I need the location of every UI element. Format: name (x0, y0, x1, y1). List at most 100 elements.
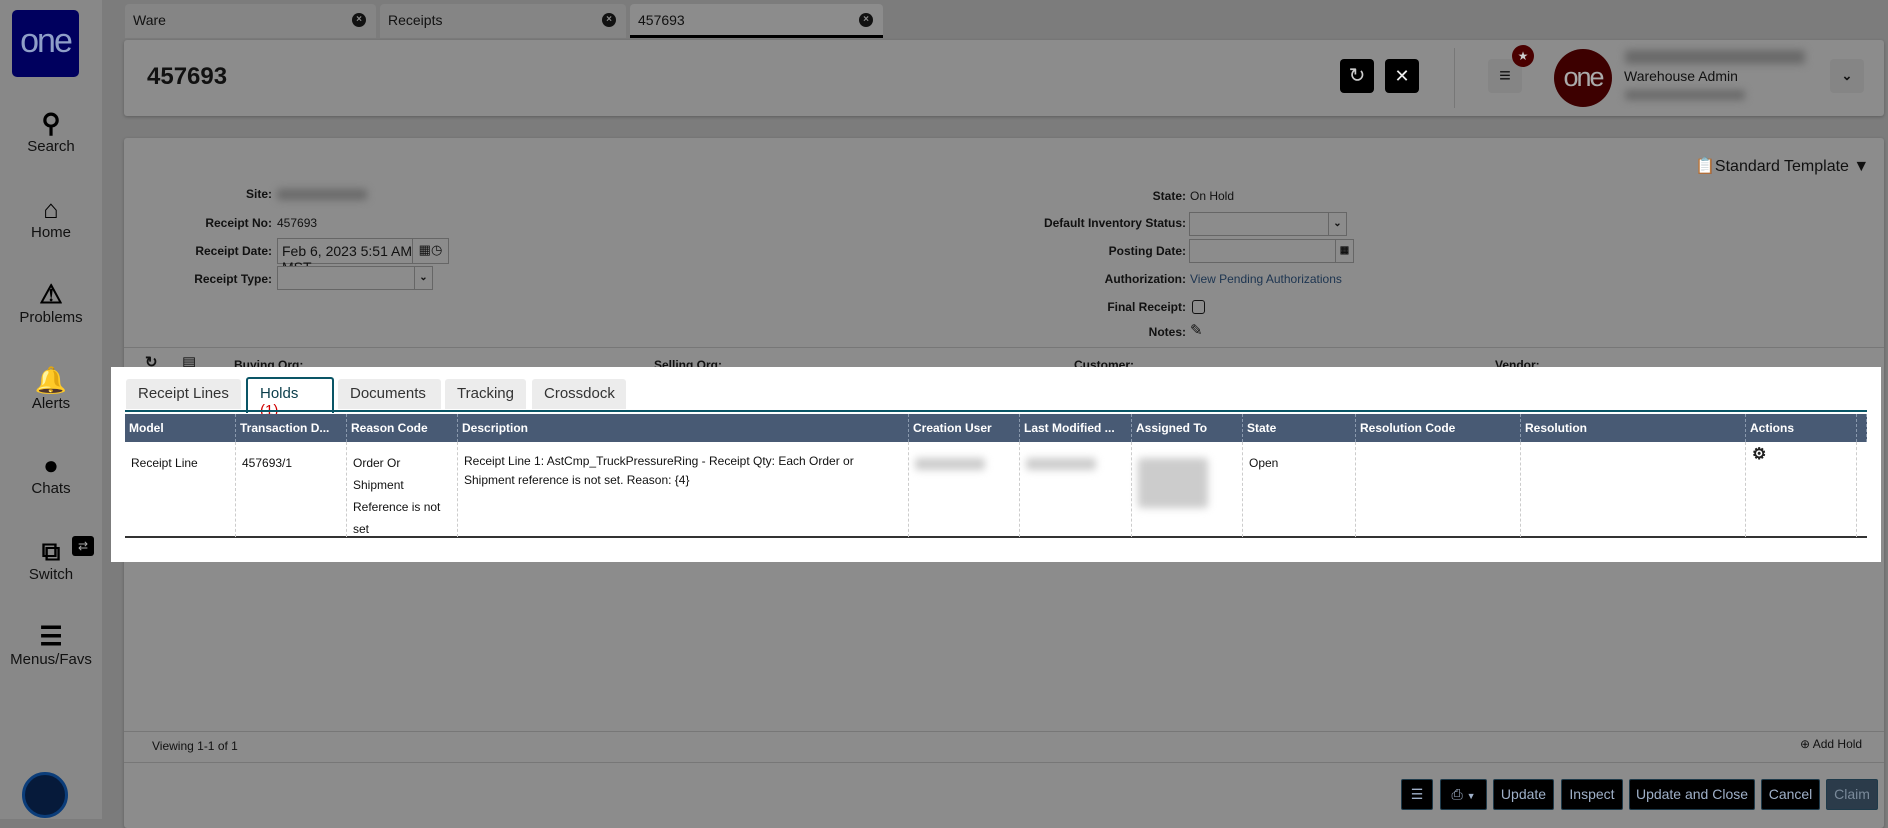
search-icon: ⚲ (41, 108, 61, 138)
update-button[interactable]: Update (1493, 779, 1554, 810)
tab-label: Tracking (457, 385, 514, 402)
tab-label: Holds (260, 385, 299, 402)
redacted-text (1138, 458, 1208, 508)
cell-resolution-code (1356, 442, 1521, 537)
print-button[interactable]: ⎙ ▼ (1440, 779, 1487, 810)
redacted-text (915, 458, 985, 470)
cell-creation-user (909, 442, 1020, 537)
user-avatar-icon[interactable] (22, 772, 68, 818)
close-button[interactable]: ✕ (1385, 59, 1419, 93)
site-label: Site: (245, 187, 272, 201)
nav-label: Home (30, 224, 71, 241)
app-logo[interactable]: one (12, 10, 79, 77)
cell-description: Receipt Line 1: AstCmp_TruckPressureRing… (458, 442, 909, 537)
column-header-assigned-to[interactable]: Assigned To (1132, 414, 1243, 442)
user-org-redacted (1625, 90, 1745, 100)
header-panel (124, 40, 1884, 116)
receipt-no-value: 457693 (277, 216, 318, 230)
tab-receipt-457693[interactable]: 457693 × (630, 4, 883, 38)
column-header-reason-code[interactable]: Reason Code (347, 414, 458, 442)
receipt-date-label: Receipt Date: (195, 244, 272, 258)
help-list-icon[interactable]: ☰ (1401, 779, 1433, 810)
actions-gear-icon[interactable]: ⚙ (1746, 442, 1857, 537)
receipt-type-select[interactable]: ⌄ (277, 266, 433, 290)
tab-label: Receipts (388, 12, 443, 28)
sidebar-item-search[interactable]: ⚲ Search (0, 108, 102, 155)
sidebar-item-problems[interactable]: ⚠ Problems (0, 279, 102, 326)
chat-icon: ● (43, 450, 59, 480)
swap-icon[interactable]: ⇄ (72, 536, 94, 556)
nav-label: Menus/Favs (10, 651, 92, 668)
tab-holds[interactable]: Holds (1) (246, 377, 334, 419)
tab-documents[interactable]: Documents (338, 379, 441, 409)
user-name-redacted (1625, 50, 1805, 64)
add-hold-button[interactable]: ⊕ Add Hold (1800, 737, 1862, 751)
user-avatar[interactable]: one (1554, 49, 1612, 107)
template-label: Standard Template (1714, 158, 1849, 175)
column-header-creation-user[interactable]: Creation User (909, 414, 1020, 442)
redacted-text (1026, 458, 1096, 470)
divider (124, 347, 1884, 348)
tab-label: Receipt Lines (138, 385, 229, 402)
state-value: On Hold (1190, 189, 1235, 203)
cell-model: Receipt Line (125, 442, 236, 537)
receipt-date-field[interactable]: Feb 6, 2023 5:51 AM MST▦◷ (277, 238, 449, 275)
calendar-clock-icon[interactable]: ▦◷ (412, 239, 448, 263)
tab-receipt-lines[interactable]: Receipt Lines (126, 379, 241, 409)
site-value-redacted (277, 189, 367, 200)
warning-icon: ⚠ (39, 279, 63, 309)
update-and-close-button[interactable]: Update and Close (1629, 779, 1755, 810)
printer-icon: ⎙ (1451, 786, 1463, 802)
tab-ware[interactable]: Ware × (125, 4, 376, 38)
sidebar-item-chats[interactable]: ● Chats (0, 450, 102, 497)
column-header-state[interactable]: State (1243, 414, 1356, 442)
notes-label: Notes: (1148, 325, 1186, 339)
home-icon: ⌂ (43, 194, 59, 224)
document-icon: 📋 (1695, 158, 1715, 175)
user-menu-chevron-icon[interactable]: ⌄ (1830, 59, 1864, 93)
close-tab-icon[interactable]: × (352, 13, 366, 27)
close-tab-icon[interactable]: × (602, 13, 616, 27)
cell-state: Open (1243, 442, 1356, 537)
inspect-button[interactable]: Inspect (1561, 779, 1623, 810)
column-header-model[interactable]: Model (125, 414, 236, 442)
template-selector[interactable]: 📋Standard Template ▼ (1695, 156, 1869, 176)
tab-crossdock[interactable]: Crossdock (532, 379, 626, 409)
final-receipt-checkbox[interactable] (1192, 300, 1205, 314)
inventory-status-select[interactable]: ⌄ (1189, 212, 1347, 236)
receipt-no-label: Receipt No: (205, 216, 272, 230)
page-title: 457693 (147, 63, 228, 90)
posting-date-label: Posting Date: (1108, 244, 1186, 258)
sidebar-item-menus[interactable]: ☰ Menus/Favs (0, 621, 102, 668)
column-header-spacer (1857, 414, 1867, 442)
plus-circle-icon: ⊕ (1800, 737, 1811, 751)
column-header-resolution-code[interactable]: Resolution Code (1356, 414, 1521, 442)
tab-tracking[interactable]: Tracking (445, 379, 526, 409)
tab-label: Documents (350, 385, 426, 402)
column-header-actions[interactable]: Actions (1746, 414, 1857, 442)
cell-assigned-to (1132, 442, 1243, 537)
caret-down-icon: ▼ (1466, 791, 1476, 801)
sidebar-item-alerts[interactable]: 🔔 Alerts (0, 365, 102, 412)
divider (1454, 48, 1455, 108)
calendar-icon[interactable]: ▦ (1335, 240, 1353, 262)
chevron-down-icon: ⌄ (414, 267, 432, 289)
divider (124, 762, 1884, 763)
final-receipt-label: Final Receipt: (1107, 300, 1186, 314)
sidebar-item-home[interactable]: ⌂ Home (0, 194, 102, 241)
close-tab-icon[interactable]: × (859, 13, 873, 27)
column-header-transaction[interactable]: Transaction D... (236, 414, 347, 442)
edit-notes-icon[interactable]: ✎ (1190, 321, 1203, 339)
divider (124, 731, 1884, 732)
tab-receipts[interactable]: Receipts × (380, 4, 626, 38)
view-pending-authorizations-link[interactable]: View Pending Authorizations (1190, 272, 1342, 286)
column-header-last-modified[interactable]: Last Modified ... (1020, 414, 1132, 442)
cancel-button[interactable]: Cancel (1761, 779, 1820, 810)
column-header-description[interactable]: Description (458, 414, 909, 442)
nav-label: Search (27, 138, 75, 155)
claim-button[interactable]: Claim (1826, 779, 1878, 810)
refresh-button[interactable]: ↻ (1340, 59, 1374, 93)
posting-date-field[interactable]: ▦ (1189, 239, 1354, 263)
tab-underline (125, 410, 1867, 412)
column-header-resolution[interactable]: Resolution (1521, 414, 1746, 442)
